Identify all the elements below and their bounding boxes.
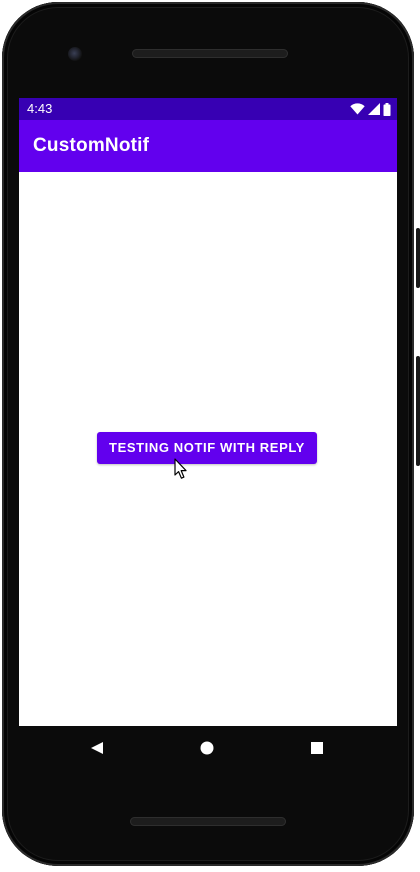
stage: 4:43 CustomNotif TESTING NOTIF WITH REPL… [0, 0, 420, 872]
nav-back-button[interactable] [87, 738, 107, 758]
device-screen: 4:43 CustomNotif TESTING NOTIF WITH REPL… [19, 98, 397, 726]
status-time: 4:43 [27, 101, 53, 116]
wifi-icon [350, 103, 365, 115]
status-icons [350, 102, 391, 116]
bottom-speaker [130, 817, 286, 826]
app-bar: CustomNotif [19, 120, 397, 172]
cell-signal-icon [368, 103, 380, 115]
battery-icon [383, 102, 391, 116]
home-icon [200, 741, 214, 755]
volume-rocker[interactable] [416, 356, 420, 466]
recents-icon [311, 742, 323, 754]
back-icon [91, 742, 103, 754]
front-camera [68, 47, 82, 61]
nav-home-button[interactable] [197, 738, 217, 758]
nav-recents-button[interactable] [307, 738, 327, 758]
system-nav-bar [19, 726, 397, 770]
power-button[interactable] [416, 228, 420, 288]
earpiece-speaker [132, 49, 288, 58]
testing-notif-with-reply-button[interactable]: TESTING NOTIF WITH REPLY [97, 432, 317, 464]
app-title: CustomNotif [33, 135, 150, 156]
status-bar: 4:43 [19, 98, 397, 120]
mouse-pointer-icon [174, 458, 187, 479]
